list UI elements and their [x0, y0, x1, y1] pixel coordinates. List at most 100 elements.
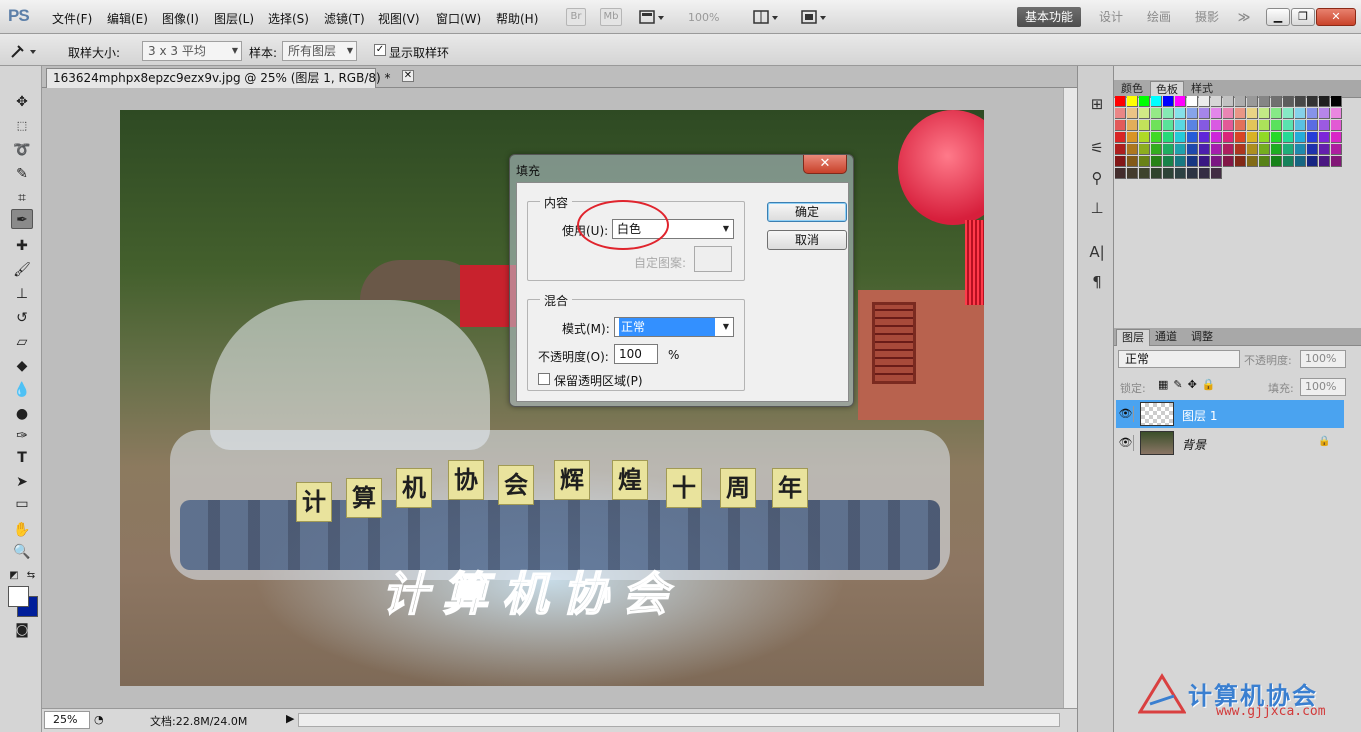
color-swatch[interactable]	[1127, 96, 1138, 107]
layer-fill-field[interactable]: 100%	[1300, 378, 1346, 396]
color-swatch[interactable]	[1199, 108, 1210, 119]
color-swatch[interactable]	[1175, 132, 1186, 143]
color-swatch[interactable]	[1163, 144, 1174, 155]
color-swatch[interactable]	[1115, 108, 1126, 119]
status-menu-arrow-icon[interactable]: ▶	[286, 712, 294, 725]
color-swatch[interactable]	[1163, 168, 1174, 179]
color-swatch[interactable]	[1271, 96, 1282, 107]
color-swatch[interactable]	[1151, 96, 1162, 107]
color-swatch[interactable]	[1163, 96, 1174, 107]
arrange-documents-menu[interactable]	[752, 8, 780, 26]
color-swatch[interactable]	[1295, 144, 1306, 155]
color-swatch[interactable]	[1139, 156, 1150, 167]
paint-bucket-tool-icon[interactable]: ◆	[11, 356, 33, 376]
paragraph-panel-icon[interactable]: ¶	[1087, 272, 1107, 292]
color-swatch[interactable]	[1259, 120, 1270, 131]
color-swatch[interactable]	[1271, 108, 1282, 119]
color-swatch[interactable]	[1163, 132, 1174, 143]
clone-stamp-tool-icon[interactable]: ⊥	[11, 284, 33, 304]
color-swatch[interactable]	[1331, 96, 1342, 107]
color-swatch[interactable]	[1211, 120, 1222, 131]
workspace-design[interactable]: 设计	[1096, 7, 1126, 27]
menu-layer[interactable]: 图层(L)	[214, 10, 254, 27]
zoom-tool-icon[interactable]: 🔍	[11, 542, 33, 562]
color-swatch[interactable]	[1319, 96, 1330, 107]
color-swatch[interactable]	[1223, 120, 1234, 131]
color-swatch[interactable]	[1199, 144, 1210, 155]
color-swatch[interactable]	[1115, 120, 1126, 131]
color-swatch[interactable]	[1307, 132, 1318, 143]
color-swatch[interactable]	[1187, 108, 1198, 119]
extras-menu[interactable]	[638, 8, 666, 26]
color-swatch[interactable]	[1235, 144, 1246, 155]
color-swatch[interactable]	[1307, 156, 1318, 167]
color-swatch[interactable]	[1271, 120, 1282, 131]
color-swatch[interactable]	[1283, 156, 1294, 167]
color-swatch[interactable]	[1283, 96, 1294, 107]
eye-icon[interactable]: 👁	[1118, 406, 1134, 422]
color-swatch[interactable]	[1151, 168, 1162, 179]
history-brush-tool-icon[interactable]: ↺	[11, 308, 33, 328]
color-swatch[interactable]	[1247, 132, 1258, 143]
color-swatch[interactable]	[1331, 132, 1342, 143]
color-swatch[interactable]	[1187, 132, 1198, 143]
color-swatch[interactable]	[1199, 132, 1210, 143]
color-swatch[interactable]	[1247, 108, 1258, 119]
minimize-button[interactable]: ▁	[1266, 8, 1290, 26]
color-swatch[interactable]	[1247, 144, 1258, 155]
document-tab[interactable]: 163624mphpx8epzc9ezx9v.jpg @ 25% (图层 1, …	[46, 68, 391, 88]
color-swatch[interactable]	[1127, 144, 1138, 155]
color-swatch[interactable]	[1211, 156, 1222, 167]
color-swatch[interactable]	[1163, 108, 1174, 119]
dialog-close-button[interactable]: ✕	[803, 155, 847, 174]
color-swatch[interactable]	[1295, 120, 1306, 131]
color-swatch[interactable]	[1163, 120, 1174, 131]
pen-tool-icon[interactable]: ✑	[11, 426, 33, 446]
color-swatch[interactable]	[1271, 132, 1282, 143]
color-swatch[interactable]	[1223, 96, 1234, 107]
color-swatch[interactable]	[1259, 132, 1270, 143]
color-swatch[interactable]	[1259, 156, 1270, 167]
color-swatch[interactable]	[1175, 144, 1186, 155]
color-swatch[interactable]	[1211, 132, 1222, 143]
color-swatch[interactable]	[1247, 96, 1258, 107]
workspace-photography[interactable]: 摄影	[1192, 7, 1222, 27]
horizontal-scrollbar[interactable]	[298, 713, 1060, 727]
color-swatch[interactable]	[1151, 120, 1162, 131]
path-selection-tool-icon[interactable]: ➤	[11, 472, 33, 492]
color-swatch[interactable]	[1319, 144, 1330, 155]
zoom-level-display[interactable]: 100%	[688, 11, 719, 24]
bridge-button[interactable]: Br	[566, 8, 586, 26]
color-swatch[interactable]	[1223, 108, 1234, 119]
type-tool-icon[interactable]: T	[11, 448, 33, 468]
color-swatch[interactable]	[1139, 132, 1150, 143]
color-swatch[interactable]	[1151, 132, 1162, 143]
layer-row-background[interactable]: 👁 背景 🔒	[1116, 429, 1344, 457]
color-swatch[interactable]	[1295, 108, 1306, 119]
menu-window[interactable]: 窗口(W)	[436, 10, 481, 27]
character-panel-icon[interactable]: A|	[1087, 242, 1107, 262]
menu-help[interactable]: 帮助(H)	[496, 10, 538, 27]
sample-select[interactable]: 所有图层 ▼	[282, 41, 357, 61]
color-swatch[interactable]	[1331, 120, 1342, 131]
color-swatch[interactable]	[1115, 96, 1126, 107]
screen-mode-menu[interactable]	[800, 8, 828, 26]
color-swatch[interactable]	[1187, 120, 1198, 131]
layer-blend-mode-select[interactable]: 正常	[1118, 350, 1240, 368]
status-info-icon[interactable]: ◔	[94, 713, 104, 726]
brush-tool-icon[interactable]: 🖌	[11, 260, 33, 280]
color-swatch[interactable]	[1211, 96, 1222, 107]
color-swatch[interactable]	[1139, 96, 1150, 107]
menu-edit[interactable]: 编辑(E)	[107, 10, 148, 27]
opacity-input[interactable]: 100	[614, 344, 658, 364]
workspace-painting[interactable]: 绘画	[1144, 7, 1174, 27]
quick-selection-tool-icon[interactable]: ✎	[11, 164, 33, 184]
color-swatch[interactable]	[1199, 96, 1210, 107]
color-swatch[interactable]	[1331, 108, 1342, 119]
color-swatch[interactable]	[1199, 156, 1210, 167]
color-swatch[interactable]	[1175, 108, 1186, 119]
close-document-icon[interactable]: ✕	[402, 70, 414, 82]
color-swatch[interactable]	[1127, 108, 1138, 119]
clone-source-icon[interactable]: ⊥	[1087, 198, 1107, 218]
menu-view[interactable]: 视图(V)	[378, 10, 420, 27]
